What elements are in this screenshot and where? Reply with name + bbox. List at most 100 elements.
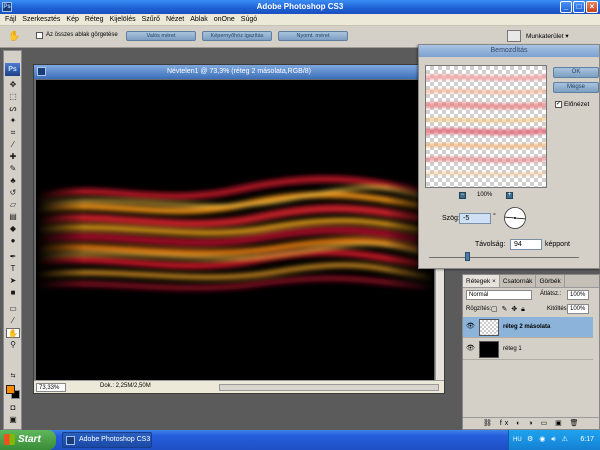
- system-tray: HU ⚙ ◉ 🔊︎ ⚠ 6:17: [508, 430, 600, 450]
- layer-name: réteg 2 másolata: [503, 324, 551, 330]
- distance-slider-thumb[interactable]: [465, 252, 470, 261]
- quick-mask-icon[interactable]: ◘: [6, 403, 20, 413]
- taskbar-item-label: Adobe Photoshop CS3: [79, 436, 151, 443]
- document-canvas[interactable]: [36, 80, 434, 380]
- lock-options-icon[interactable]: ▢ ✎ ✥ 🔒︎: [491, 305, 526, 314]
- foreground-color-swatch[interactable]: [6, 385, 15, 394]
- minimize-button[interactable]: _: [560, 1, 572, 13]
- tools-panel: Ps ✥ ⬚ ᔕ ✦ ⌗ ⁄ ✚ ✎ ♣ ↺ ▱ ▤ ◆ ● ✒ T ➤ ■ ▭…: [3, 50, 22, 430]
- layers-footer-icons[interactable]: ⛓ fx ◐ ◑ ▭ ▣ 🗑︎: [463, 417, 599, 429]
- brush-tool-icon[interactable]: ✎: [6, 164, 20, 174]
- scroll-all-windows-label: Az összes ablak görgetése: [46, 32, 118, 38]
- tab-channels[interactable]: Csatornák: [500, 275, 537, 287]
- eyedropper-tool-icon[interactable]: ⁄: [6, 140, 20, 150]
- blur-tool-icon[interactable]: ◆: [6, 224, 20, 234]
- zoom-tool-icon[interactable]: ⚲: [6, 340, 20, 350]
- eyedropper-tool-2-icon[interactable]: ⁄: [6, 316, 20, 326]
- visibility-eye-icon[interactable]: 👁︎: [466, 345, 475, 353]
- actual-pixels-button[interactable]: Valós méret: [126, 31, 196, 41]
- document-title-bar[interactable]: Névtelen1 @ 73,3% (réteg 2 másolata,RGB/…: [34, 65, 444, 79]
- flame-artwork: [36, 80, 434, 380]
- document-title: Névtelen1 @ 73,3% (réteg 2 másolata,RGB/…: [166, 68, 312, 75]
- visibility-eye-icon[interactable]: 👁︎: [466, 323, 475, 331]
- layers-panel: Rétegek × Csatornák Görbék Normál Átláts…: [462, 274, 600, 430]
- angle-dial[interactable]: [503, 206, 527, 230]
- tray-icons[interactable]: ⚙ ◉ 🔊︎ ⚠: [527, 430, 570, 450]
- dodge-tool-icon[interactable]: ●: [6, 236, 20, 246]
- opacity-label: Átlátsz.:: [540, 291, 562, 297]
- filter-preview[interactable]: [425, 65, 547, 188]
- angle-label: Szög:: [442, 215, 460, 222]
- close-button[interactable]: ×: [586, 1, 598, 13]
- opacity-input[interactable]: 100%: [567, 290, 589, 300]
- angle-input[interactable]: -5: [459, 213, 491, 224]
- layers-panel-tabs: Rétegek × Csatornák Görbék: [463, 275, 599, 288]
- start-button[interactable]: Start: [0, 430, 56, 450]
- gradient-tool-icon[interactable]: ▤: [6, 212, 20, 222]
- swap-colors-icon[interactable]: ⇆: [6, 371, 20, 381]
- taskbar-ps-icon: [66, 436, 75, 445]
- notes-tool-icon[interactable]: ▭: [6, 304, 20, 314]
- fit-screen-button[interactable]: Képernyőhöz igazítás: [202, 31, 272, 41]
- layer-row[interactable]: 👁︎ réteg 1: [463, 339, 593, 360]
- hand-tool-preset-icon[interactable]: ✋: [8, 30, 22, 43]
- pen-tool-icon[interactable]: ✒: [6, 252, 20, 262]
- lock-label: Rögzítés:: [466, 306, 492, 312]
- menu-edit[interactable]: Szerkesztés: [19, 14, 63, 25]
- distance-input[interactable]: 94: [510, 239, 542, 250]
- layer-row[interactable]: 👁︎ réteg 2 másolata: [463, 317, 593, 338]
- path-selection-tool-icon[interactable]: ➤: [6, 276, 20, 286]
- dialog-title[interactable]: Bemozdítás: [419, 45, 599, 57]
- preview-checkbox[interactable]: ✓: [555, 101, 562, 108]
- lasso-tool-icon[interactable]: ᔕ: [6, 104, 20, 114]
- menu-window[interactable]: Ablak: [187, 14, 211, 25]
- document-horizontal-scrollbar[interactable]: [219, 384, 439, 391]
- hand-tool-icon[interactable]: ✋: [6, 328, 20, 338]
- menu-help[interactable]: Súgó: [238, 14, 260, 25]
- preview-zoom-out-button[interactable]: −: [459, 192, 466, 199]
- angle-unit: °: [493, 213, 496, 220]
- fill-input[interactable]: 100%: [567, 304, 589, 314]
- shape-tool-icon[interactable]: ■: [6, 288, 20, 298]
- workspace-icon: [507, 30, 521, 42]
- scroll-all-windows-checkbox[interactable]: [36, 32, 43, 39]
- menu-file[interactable]: Fájl: [2, 14, 19, 25]
- taskbar-photoshop-item[interactable]: Adobe Photoshop CS3: [62, 432, 152, 448]
- taskbar-clock[interactable]: 6:17: [580, 430, 594, 450]
- menu-view[interactable]: Nézet: [163, 14, 187, 25]
- magic-wand-tool-icon[interactable]: ✦: [6, 116, 20, 126]
- marquee-tool-icon[interactable]: ⬚: [6, 92, 20, 102]
- blend-mode-select[interactable]: Normál: [466, 290, 532, 300]
- distance-slider-track[interactable]: [429, 257, 579, 258]
- screen-mode-icon[interactable]: ▣: [6, 415, 20, 425]
- workspace-dropdown[interactable]: Munkaterület ▾: [526, 32, 569, 40]
- move-tool-icon[interactable]: ✥: [6, 80, 20, 90]
- language-indicator[interactable]: HU: [513, 430, 522, 450]
- type-tool-icon[interactable]: T: [6, 264, 20, 274]
- menu-layer[interactable]: Réteg: [82, 14, 107, 25]
- preview-zoom-in-button[interactable]: +: [506, 192, 513, 199]
- healing-brush-tool-icon[interactable]: ✚: [6, 152, 20, 162]
- ok-button[interactable]: OK: [553, 67, 599, 78]
- history-brush-tool-icon[interactable]: ↺: [6, 188, 20, 198]
- document-ps-icon: [37, 67, 46, 76]
- print-size-button[interactable]: Nyomt. méret: [278, 31, 348, 41]
- menu-image[interactable]: Kép: [63, 14, 81, 25]
- menu-bar: Fájl Szerkesztés Kép Réteg Kijelölés Szű…: [0, 14, 600, 26]
- document-status-bar: 73,33% Dok.: 2,25M/2,50M: [34, 380, 444, 393]
- windows-logo-icon: [4, 434, 15, 445]
- start-label: Start: [18, 434, 41, 445]
- cancel-button[interactable]: Mégse: [553, 82, 599, 93]
- menu-select[interactable]: Kijelölés: [107, 14, 139, 25]
- menu-filter[interactable]: Szűrő: [139, 14, 163, 25]
- clone-stamp-tool-icon[interactable]: ♣: [6, 176, 20, 186]
- menu-onone[interactable]: onOne: [211, 14, 238, 25]
- crop-tool-icon[interactable]: ⌗: [6, 128, 20, 138]
- eraser-tool-icon[interactable]: ▱: [6, 200, 20, 210]
- maximize-button[interactable]: □: [573, 1, 585, 13]
- app-title: Adobe Photoshop CS3: [256, 2, 344, 11]
- tab-curves[interactable]: Görbék: [536, 275, 565, 287]
- document-zoom-field[interactable]: 73,33%: [36, 383, 66, 392]
- tab-layers[interactable]: Rétegek ×: [463, 275, 500, 287]
- document-size-info[interactable]: Dok.: 2,25M/2,50M: [100, 383, 151, 389]
